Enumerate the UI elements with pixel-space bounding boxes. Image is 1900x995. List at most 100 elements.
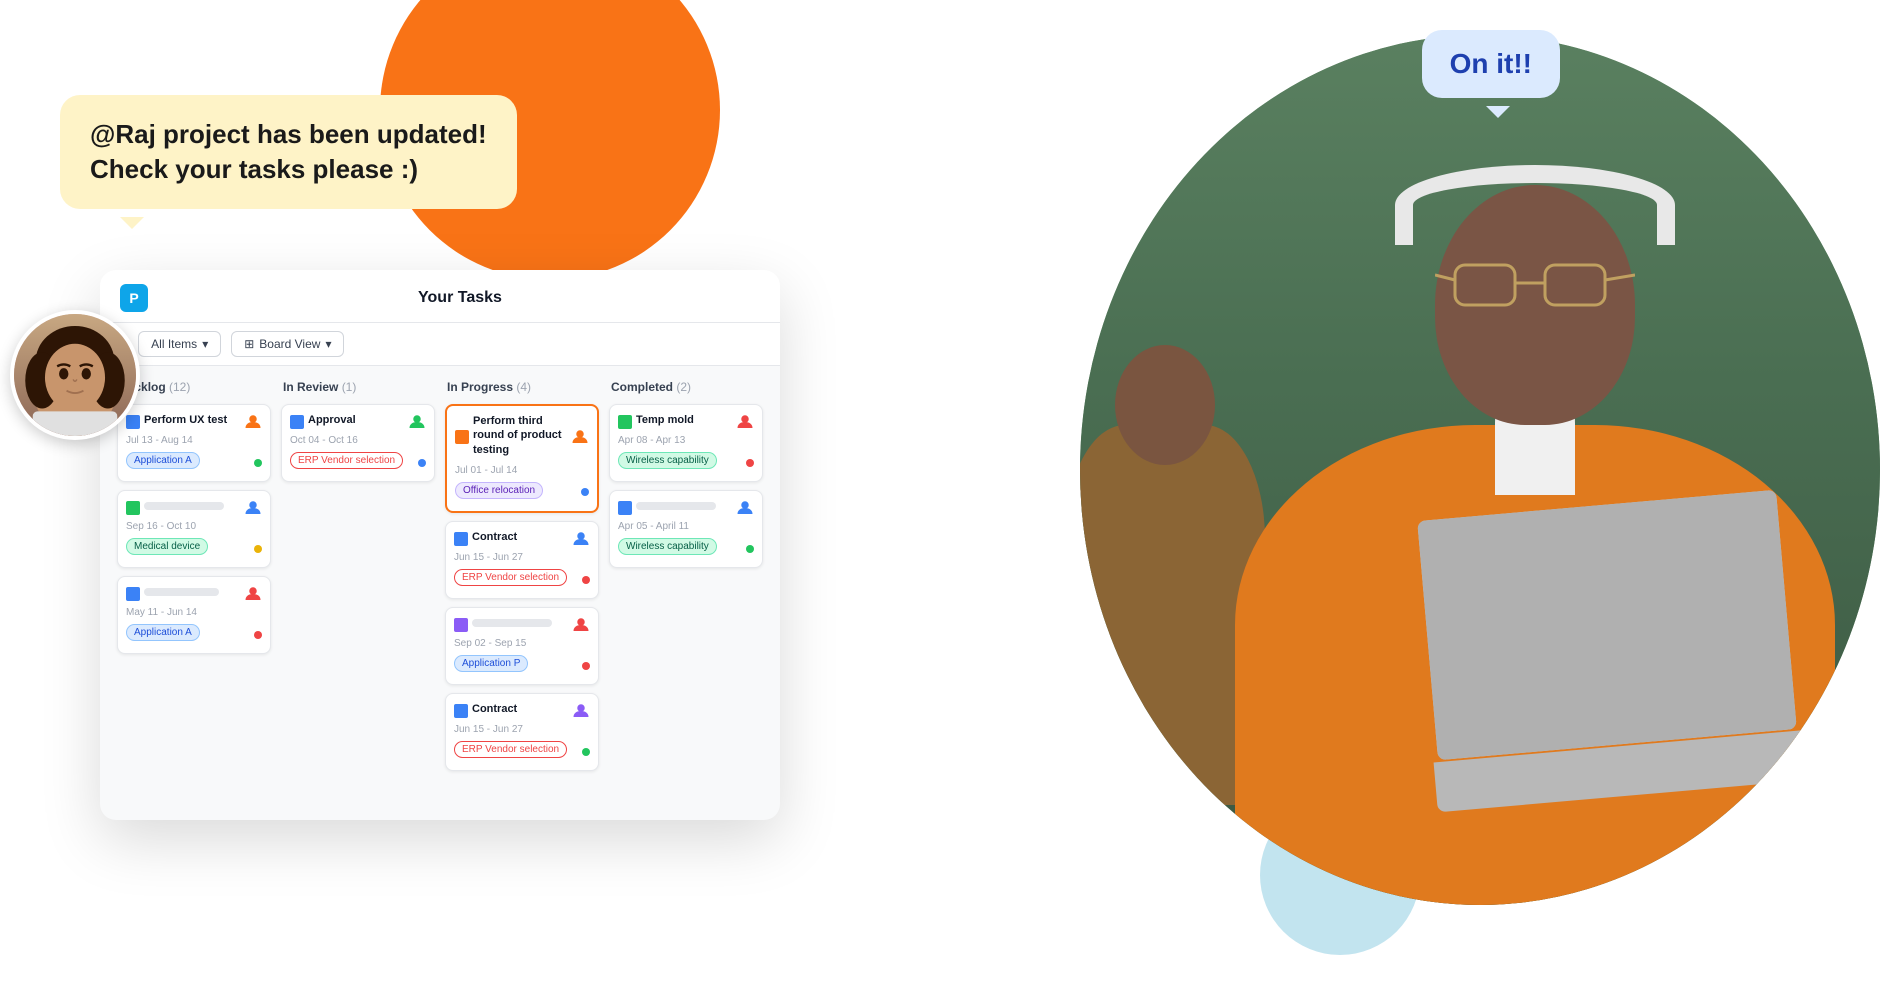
avatar-icon bbox=[408, 413, 426, 431]
avatar-icon bbox=[244, 499, 262, 517]
column-in-progress: In Progress (4) Perform third round of p… bbox=[440, 380, 604, 807]
task-title: Contract bbox=[472, 702, 572, 716]
completed-count: (2) bbox=[676, 380, 691, 394]
task-date: Apr 05 - April 11 bbox=[618, 521, 754, 532]
board-icon: ⊞ bbox=[244, 337, 254, 351]
avatar-icon bbox=[736, 413, 754, 431]
review-count: (1) bbox=[342, 380, 357, 394]
avatar-icon bbox=[572, 530, 590, 548]
task-icon bbox=[126, 501, 140, 515]
task-icon bbox=[618, 501, 632, 515]
blurred-title bbox=[144, 502, 224, 510]
photo-circle bbox=[1080, 35, 1880, 905]
board-toolbar: ≡ All Items ▾ ⊞ Board View ▾ bbox=[100, 323, 780, 366]
column-completed: Completed (2) Temp mold Apr 08 - Apr 13 … bbox=[604, 380, 768, 807]
speech-bubble-notification: @Raj project has been updated! Check you… bbox=[60, 95, 517, 209]
avatar-woman bbox=[10, 310, 140, 440]
task-icon bbox=[126, 415, 140, 429]
task-tag: ERP Vendor selection bbox=[290, 452, 403, 469]
filter-label: All Items bbox=[151, 337, 197, 351]
blurred-title bbox=[636, 502, 716, 510]
task-date: Sep 02 - Sep 15 bbox=[454, 638, 590, 649]
task-date: Oct 04 - Oct 16 bbox=[290, 435, 426, 446]
task-title: Approval bbox=[308, 413, 408, 427]
task-date: Jun 15 - Jun 27 bbox=[454, 552, 590, 563]
task-tag: Application A bbox=[126, 624, 200, 641]
task-date: Apr 08 - Apr 13 bbox=[618, 435, 754, 446]
backlog-count: (12) bbox=[169, 380, 190, 394]
task-card: Sep 16 - Oct 10 Medical device bbox=[117, 490, 271, 568]
task-icon bbox=[618, 415, 632, 429]
task-icon bbox=[455, 430, 469, 444]
avatar-icon bbox=[572, 702, 590, 720]
task-date: Sep 16 - Oct 10 bbox=[126, 521, 262, 532]
task-title: Perform third round of product testing bbox=[473, 414, 571, 457]
task-tag: Application P bbox=[454, 655, 528, 672]
task-date: May 11 - Jun 14 bbox=[126, 607, 262, 618]
task-title: Perform UX test bbox=[144, 413, 244, 427]
task-date: Jun 15 - Jun 27 bbox=[454, 724, 590, 735]
task-card: May 11 - Jun 14 Application A bbox=[117, 576, 271, 654]
task-card: Sep 02 - Sep 15 Application P bbox=[445, 607, 599, 685]
main-person bbox=[1140, 175, 1880, 905]
column-in-review: In Review (1) Approval Oct 04 - Oct 16 E… bbox=[276, 380, 440, 807]
task-card-highlighted: Perform third round of product testing J… bbox=[445, 404, 599, 513]
task-tag: Wireless capability bbox=[618, 538, 717, 555]
status-dot bbox=[582, 748, 590, 756]
notification-text: @Raj project has been updated! Check you… bbox=[90, 119, 487, 184]
app-logo: P bbox=[120, 284, 148, 312]
board-header: P Your Tasks bbox=[100, 270, 780, 323]
photo-container bbox=[1030, 0, 1900, 995]
blurred-title bbox=[472, 619, 552, 627]
avatar-icon bbox=[244, 585, 262, 603]
task-card: Apr 05 - April 11 Wireless capability bbox=[609, 490, 763, 568]
task-icon bbox=[454, 532, 468, 546]
status-dot bbox=[746, 459, 754, 467]
headphones bbox=[1395, 165, 1675, 245]
task-card: Contract Jun 15 - Jun 27 ERP Vendor sele… bbox=[445, 521, 599, 599]
view-label: Board View bbox=[259, 337, 320, 351]
chevron-down-icon-view: ▾ bbox=[325, 337, 331, 351]
task-tag: Office relocation bbox=[455, 482, 543, 499]
progress-count: (4) bbox=[516, 380, 531, 394]
task-icon bbox=[290, 415, 304, 429]
task-date: Jul 13 - Aug 14 bbox=[126, 435, 262, 446]
status-dot bbox=[254, 545, 262, 553]
column-completed-header: Completed (2) bbox=[609, 380, 763, 394]
all-items-button[interactable]: All Items ▾ bbox=[138, 331, 221, 357]
task-tag: Application A bbox=[126, 452, 200, 469]
task-tag: ERP Vendor selection bbox=[454, 741, 567, 758]
status-dot bbox=[254, 459, 262, 467]
column-in-review-header: In Review (1) bbox=[281, 380, 435, 394]
board-columns: Backlog (12) Perform UX test Jul 13 - Au… bbox=[100, 366, 780, 820]
logo-letter: P bbox=[129, 290, 138, 306]
task-tag: Medical device bbox=[126, 538, 208, 555]
task-icon bbox=[126, 587, 140, 601]
speech-bubble-reply: On it!! bbox=[1422, 30, 1560, 98]
blurred-title bbox=[144, 588, 219, 596]
avatar-icon bbox=[244, 413, 262, 431]
avatar-icon bbox=[572, 616, 590, 634]
status-dot bbox=[746, 545, 754, 553]
column-in-progress-header: In Progress (4) bbox=[445, 380, 599, 394]
status-dot bbox=[582, 576, 590, 584]
chevron-down-icon: ▾ bbox=[202, 337, 208, 351]
task-card: Contract Jun 15 - Jun 27 ERP Vendor sele… bbox=[445, 693, 599, 771]
task-card: Perform UX test Jul 13 - Aug 14 Applicat… bbox=[117, 404, 271, 482]
avatar-icon bbox=[736, 499, 754, 517]
reply-text: On it!! bbox=[1450, 48, 1532, 79]
board-view-button[interactable]: ⊞ Board View ▾ bbox=[231, 331, 344, 357]
task-tag: Wireless capability bbox=[618, 452, 717, 469]
task-card: Temp mold Apr 08 - Apr 13 Wireless capab… bbox=[609, 404, 763, 482]
woman-avatar-svg bbox=[14, 310, 136, 436]
task-icon bbox=[454, 704, 468, 718]
status-dot bbox=[254, 631, 262, 639]
task-title: Contract bbox=[472, 530, 572, 544]
glasses-svg bbox=[1435, 245, 1635, 325]
task-title: Temp mold bbox=[636, 413, 736, 427]
column-backlog-header: Backlog (12) bbox=[117, 380, 271, 394]
task-date: Jul 01 - Jul 14 bbox=[455, 465, 589, 476]
avatar-icon bbox=[571, 428, 589, 446]
column-backlog: Backlog (12) Perform UX test Jul 13 - Au… bbox=[112, 380, 276, 807]
task-icon bbox=[454, 618, 468, 632]
